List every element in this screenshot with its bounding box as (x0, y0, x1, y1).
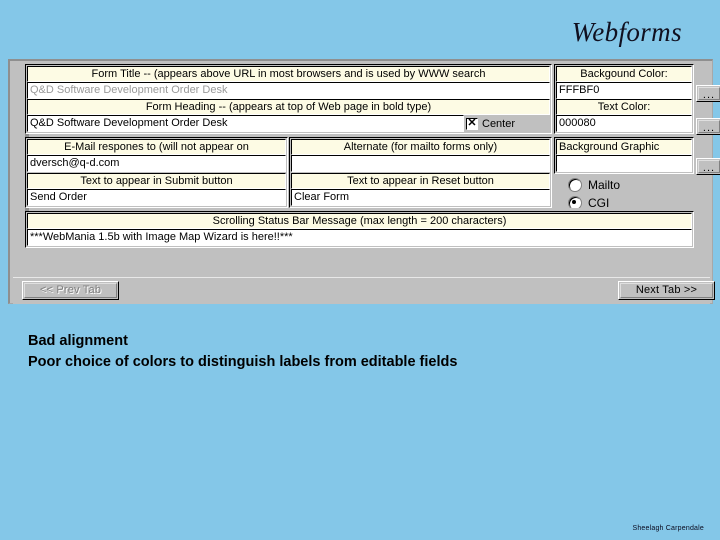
app-footer-bar: << Prev Tab Next Tab >> (13, 277, 715, 304)
next-tab-label: Next Tab >> (635, 284, 698, 296)
background-graphic-browse-button[interactable]: ... (696, 158, 720, 175)
protocol-option-cgi[interactable]: CGI (554, 194, 694, 208)
browse-ellipsis-icon: ... (702, 161, 716, 174)
commentary-line-2: Poor choice of colors to distinguish lab… (28, 354, 458, 370)
email-to-label: E-Mail respones to (will not appear on (27, 139, 286, 155)
form-title-input[interactable]: Q&D Software Development Order Desk (27, 82, 550, 99)
webforms-app-window: Form Title -- (appears above URL in most… (8, 59, 720, 304)
background-color-input[interactable]: FFFBF0 (556, 82, 692, 99)
app-client-area: Form Title -- (appears above URL in most… (13, 63, 720, 277)
text-color-label: Text Color: (556, 99, 692, 115)
next-tab-button[interactable]: Next Tab >> (618, 281, 715, 300)
background-color-browse-button[interactable]: ... (696, 85, 720, 102)
browse-ellipsis-icon: ... (702, 121, 716, 134)
status-bar-label: Scrolling Status Bar Message (max length… (27, 213, 692, 229)
alternate-input[interactable] (291, 155, 550, 172)
protocol-option-mailto[interactable]: Mailto (554, 176, 694, 194)
email-to-input[interactable]: dversch@q-d.com (27, 155, 286, 172)
alternate-label: Alternate (for mailto forms only) (291, 139, 550, 155)
protocol-option-label: Mailto (588, 178, 621, 192)
status-bar-input[interactable]: ***WebMania 1.5b with Image Map Wizard i… (27, 229, 692, 246)
background-color-label: Backgound Color: (556, 66, 692, 82)
slide-title: Webforms (571, 17, 682, 47)
reset-text-label: Text to appear in Reset button (291, 173, 550, 189)
form-heading-input[interactable]: Q&D Software Development Order Desk (27, 115, 464, 132)
protocol-option-label: CGI (588, 196, 610, 208)
submit-text-label: Text to appear in Submit button (27, 173, 286, 189)
reset-text-input[interactable]: Clear Form (291, 189, 550, 206)
background-graphic-input[interactable] (556, 155, 692, 172)
author-credit: Sheelagh Carpendale (632, 525, 704, 532)
radio-mailto-icon[interactable] (568, 178, 582, 192)
center-checkbox-row[interactable]: Center (466, 115, 550, 132)
background-graphic-label: Background Graphic (556, 139, 692, 155)
commentary-line-1: Bad alignment (28, 333, 128, 349)
center-checkbox[interactable] (466, 117, 478, 130)
form-heading-label: Form Heading -- (appears at top of Web p… (27, 99, 550, 115)
text-color-browse-button[interactable]: ... (696, 118, 720, 135)
protocol-radio-group[interactable]: Mailto CGI (554, 176, 694, 208)
commentary-block: Bad alignment Poor choice of colors to d… (28, 331, 628, 373)
prev-tab-label: << Prev Tab (39, 284, 102, 296)
prev-tab-button[interactable]: << Prev Tab (22, 281, 119, 300)
center-checkbox-label: Center (482, 117, 516, 130)
form-title-label: Form Title -- (appears above URL in most… (27, 66, 550, 82)
submit-text-input[interactable]: Send Order (27, 189, 286, 206)
browse-ellipsis-icon: ... (702, 88, 716, 101)
text-color-input[interactable]: 000080 (556, 115, 692, 132)
radio-cgi-icon[interactable] (568, 196, 582, 208)
